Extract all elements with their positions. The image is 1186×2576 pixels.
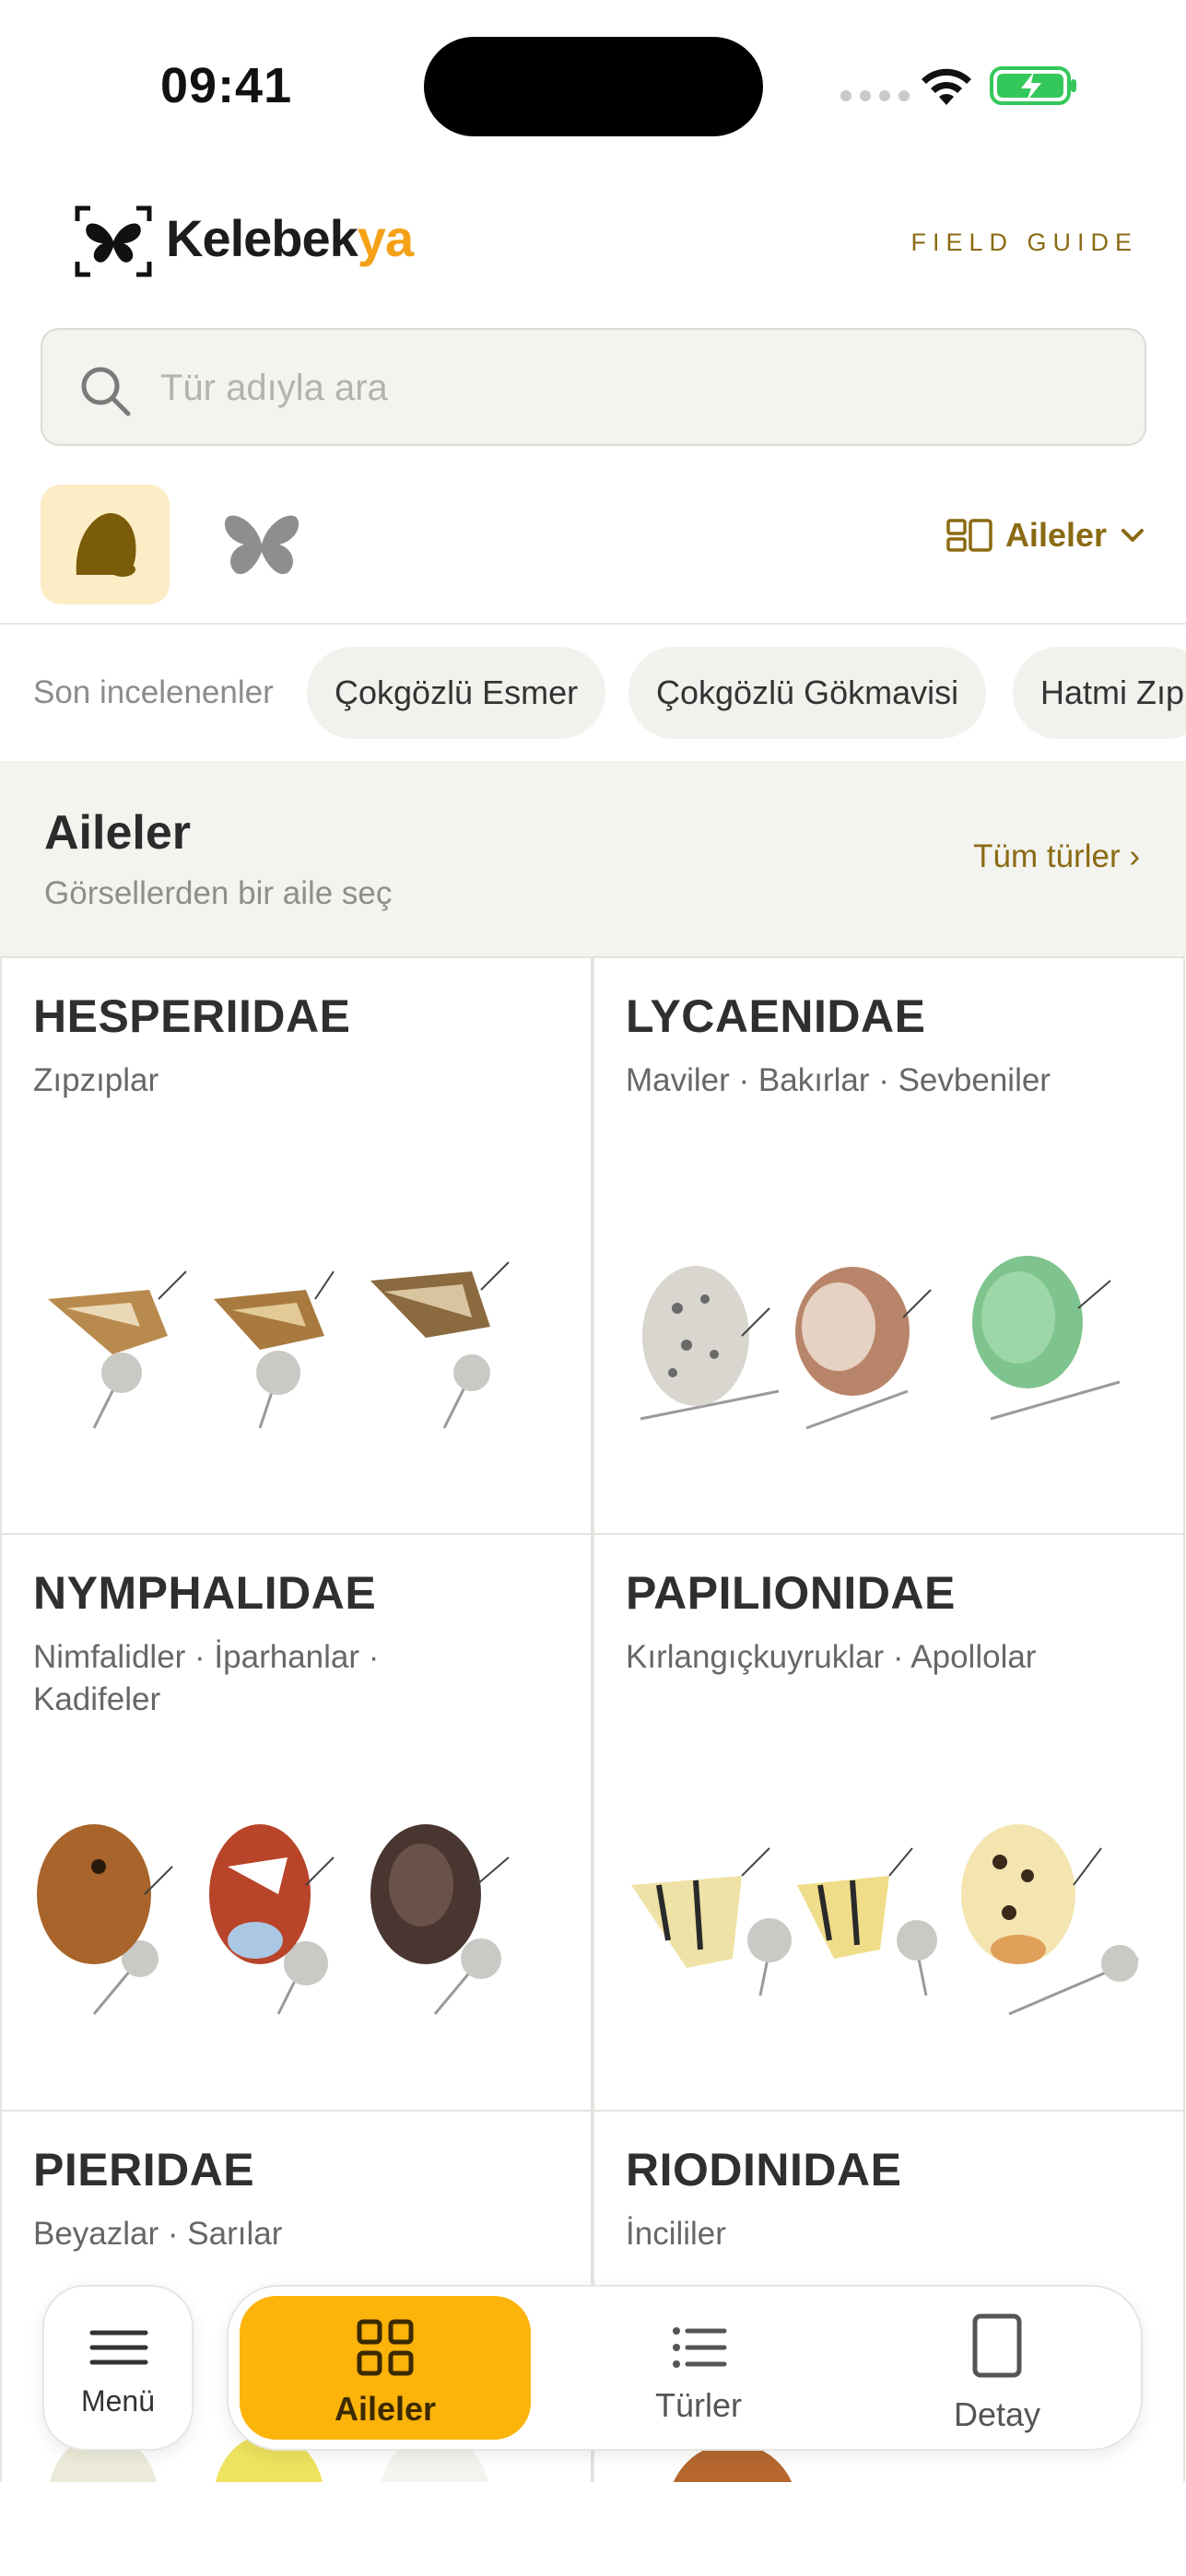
chevron-down-icon [1121, 529, 1144, 542]
search-input[interactable] [160, 357, 1082, 418]
view-toggle-butterfly[interactable] [197, 485, 326, 604]
recent-chip[interactable]: Çokgözlü Esmer [307, 647, 606, 739]
group-select-label: Aileler [1004, 516, 1107, 554]
logo-butterfly-icon [75, 205, 152, 277]
nymphalidae-illustration [37, 1824, 510, 2015]
family-common-names: Nimfalidler · İparhanlar · Kadifeler [33, 1639, 380, 1717]
family-card-papilionidae[interactable]: PAPILIONIDAE Kırlangıçkuyruklar · Apollo… [593, 1533, 1185, 2112]
status-bar: 09:41 [0, 0, 1186, 175]
section-subtitle: Görsellerden bir aile seç [44, 875, 393, 911]
tab-aileler[interactable]: Aileler [240, 2296, 531, 2440]
family-name: PAPILIONIDAE [626, 1567, 956, 1619]
app-header: Kelebekya FIELD GUIDE [0, 193, 1186, 295]
app-logo-text: Kelebekya [166, 208, 414, 268]
lycaenidae-illustration [640, 1256, 1121, 1430]
family-common-names: Beyazlar · Sarılar [33, 2216, 283, 2252]
tab-label: Aileler [334, 2390, 437, 2428]
family-name: PIERIDAE [33, 2144, 255, 2195]
recent-viewed-strip[interactable]: Son incelenenler Çokgözlü Esmer Çokgözlü… [0, 645, 1186, 741]
tab-label: Detay [953, 2395, 1041, 2433]
wifi-icon [922, 68, 971, 105]
tab-turler[interactable]: Türler [553, 2296, 844, 2440]
family-common-names: Zıpzıplar [33, 1062, 159, 1098]
status-time: 09:41 [160, 58, 293, 113]
grid-icon [357, 2319, 414, 2376]
family-name: LYCAENIDAE [626, 990, 926, 1042]
recent-chip[interactable]: Çokgözlü Gökmavisi [628, 647, 987, 739]
search-icon [81, 367, 131, 416]
family-card-nymphalidae[interactable]: NYMPHALIDAE Nimfalidler · İparhanlar · K… [0, 1533, 593, 2112]
dynamic-island [424, 37, 763, 136]
logo-text-accent: ya [357, 209, 414, 267]
tab-label: Türler [654, 2386, 742, 2424]
section-title: Aileler [44, 806, 191, 860]
view-toggle-egg[interactable] [41, 485, 170, 604]
tab-detay[interactable]: Detay [851, 2296, 1143, 2440]
egg-icon [76, 512, 136, 577]
menu-button[interactable]: Menü [42, 2285, 194, 2451]
family-common-names: İncililer [626, 2216, 726, 2252]
bottom-tab-bar: Aileler Türler Detay [227, 2285, 1143, 2451]
group-select-dropdown[interactable]: Aileler [946, 516, 1145, 555]
hamburger-menu-icon [89, 2330, 148, 2365]
family-card-lycaenidae[interactable]: LYCAENIDAE Maviler · Bakırlar · Sevbenil… [593, 956, 1185, 1535]
menu-label: Menü [80, 2384, 156, 2418]
search-bar[interactable] [41, 328, 1146, 446]
family-name: HESPERIIDAE [33, 990, 351, 1042]
field-guide-label: FIELD GUIDE [910, 228, 1138, 256]
page-icon [972, 2313, 1022, 2378]
family-common-names: Kırlangıçkuyruklar · Apollolar [626, 1639, 1037, 1675]
papilionidae-illustration [631, 1824, 1139, 2016]
cellular-signal-icon [840, 90, 910, 101]
recent-chip[interactable]: Hatmi Zıp [1013, 647, 1186, 739]
family-name: RIODINIDAE [626, 2144, 902, 2195]
family-common-names: Maviler · Bakırlar · Sevbeniler [626, 1062, 1051, 1098]
family-card-hesperiidae[interactable]: HESPERIIDAE Zıpzıplar [0, 956, 593, 1535]
list-icon [673, 2327, 727, 2368]
divider [0, 623, 1186, 625]
hesperiidae-illustration [48, 1261, 510, 1429]
all-species-link[interactable]: Tüm türler › [973, 838, 1140, 875]
battery-charging-icon [990, 66, 1076, 105]
logo-text-main: Kelebek [166, 209, 358, 267]
recent-label: Son incelenenler [33, 674, 274, 710]
family-name: NYMPHALIDAE [33, 1567, 377, 1619]
family-grid: HESPERIIDAE Zıpzıplar LYCAENIDAE Maviler… [0, 956, 1186, 2482]
families-section-header: Aileler Görsellerden bir aile seç Tüm tü… [0, 761, 1186, 956]
layout-icon [946, 519, 992, 552]
butterfly-icon [224, 515, 299, 575]
